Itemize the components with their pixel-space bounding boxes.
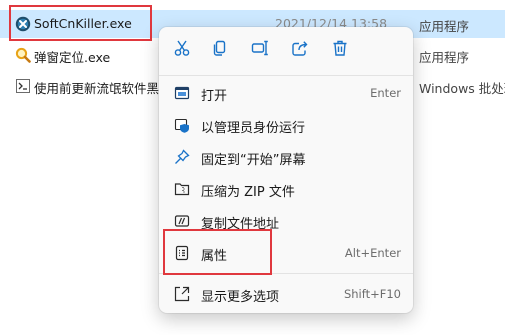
file-name: 使用前更新流氓软件黑名 — [34, 81, 172, 96]
quick-action-bar — [159, 27, 413, 75]
rename-icon — [251, 39, 269, 61]
menu-item-shortcut: Enter — [370, 86, 401, 100]
more-options-icon — [174, 286, 190, 302]
menu-item-shortcut: Alt+Enter — [344, 246, 401, 260]
delete-button[interactable] — [327, 37, 353, 63]
menu-item-label: 复制文件地址 — [201, 217, 280, 232]
menu-divider — [159, 273, 413, 274]
share-button[interactable] — [287, 37, 313, 63]
menu-item-run-as-admin[interactable]: 以管理员身份运行 — [165, 110, 407, 140]
menu-item-label: 打开 — [201, 89, 228, 104]
menu-item-open[interactable]: 打开 Enter — [165, 78, 407, 108]
batch-file-icon — [15, 78, 31, 94]
properties-icon — [174, 245, 190, 261]
menu-item-label: 显示更多选项 — [201, 290, 280, 305]
menu-item-show-more-options[interactable]: 显示更多选项 Shift+F10 — [165, 279, 407, 309]
menu-item-compress-zip[interactable]: 压缩为 ZIP 文件 — [165, 174, 407, 204]
zip-icon — [174, 181, 190, 197]
menu-item-properties[interactable]: 属性 Alt+Enter — [165, 238, 407, 268]
menu-item-pin-to-start[interactable]: 固定到“开始”屏幕 — [165, 142, 407, 172]
cut-icon — [173, 39, 191, 61]
file-name: SoftCnKiller.exe — [34, 16, 132, 31]
menu-item-label: 压缩为 ZIP 文件 — [201, 185, 295, 200]
file-type: 应用程序 — [419, 19, 470, 34]
file-name: 弹窗定位.exe — [34, 50, 111, 65]
file-type: 应用程序 — [419, 50, 470, 65]
cut-button[interactable] — [169, 37, 195, 63]
menu-item-label: 以管理员身份运行 — [201, 121, 306, 136]
context-menu: 打开 Enter 以管理员身份运行 固定到“开始”屏幕 压缩为 ZIP 文件 复… — [159, 27, 413, 313]
copy-path-icon — [174, 213, 190, 229]
menu-item-label: 固定到“开始”屏幕 — [201, 153, 306, 168]
pin-icon — [174, 149, 190, 165]
copy-icon — [211, 39, 229, 61]
magnifier-app-icon — [15, 47, 31, 63]
menu-item-copy-path[interactable]: 复制文件地址 — [165, 206, 407, 236]
file-type: Windows 批处理 — [419, 81, 505, 96]
rename-button[interactable] — [247, 37, 273, 63]
open-icon — [174, 85, 190, 101]
softcnkiller-app-icon — [15, 16, 31, 32]
share-icon — [291, 39, 309, 61]
menu-item-label: 属性 — [201, 249, 228, 264]
delete-icon — [331, 39, 349, 61]
copy-button[interactable] — [207, 37, 233, 63]
menu-item-shortcut: Shift+F10 — [343, 287, 401, 301]
menu-divider — [159, 75, 413, 76]
admin-shield-icon — [174, 117, 190, 133]
